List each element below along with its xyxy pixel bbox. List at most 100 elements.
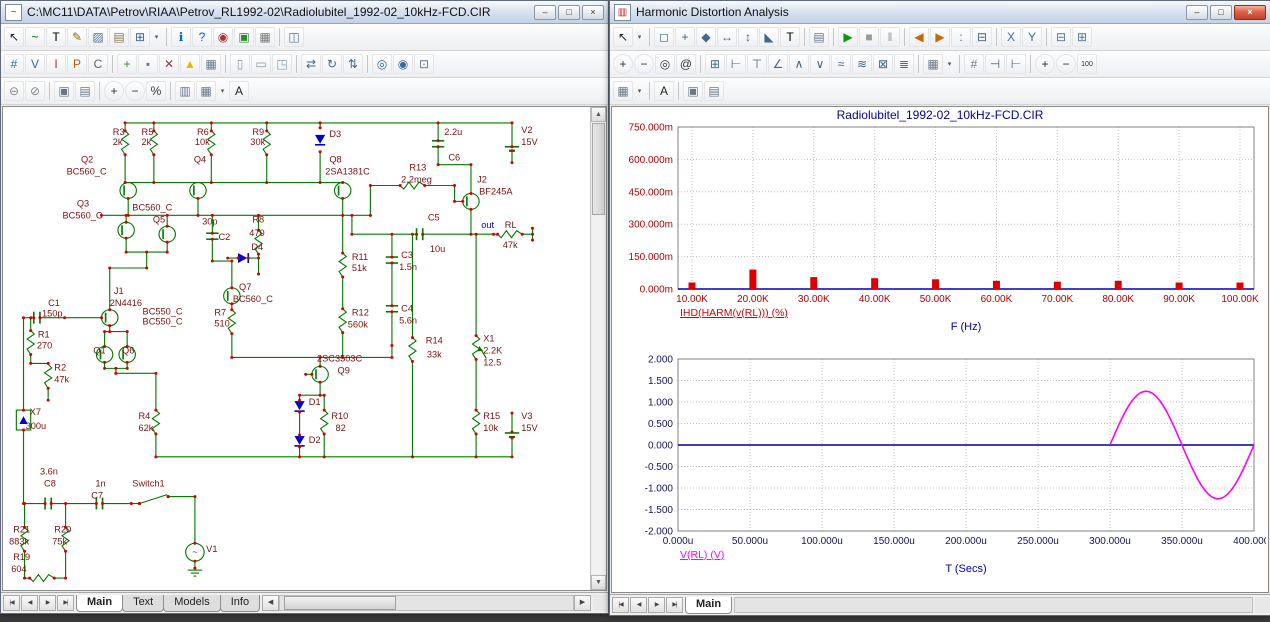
horizontal-scroll-thumb[interactable] <box>284 596 396 610</box>
font-button[interactable]: A <box>654 81 674 101</box>
paper-toggle[interactable]: ▯ <box>230 54 250 74</box>
digital-path-mode[interactable]: ▦ <box>255 27 275 47</box>
step-box-button[interactable]: ⊡ <box>414 54 434 74</box>
copy-page-button[interactable]: ▤ <box>704 81 724 101</box>
pin-connections-toggle[interactable]: + <box>117 54 137 74</box>
go-to-y-button[interactable]: Y <box>1022 27 1042 47</box>
stop-button[interactable]: ■ <box>859 27 879 47</box>
stack-plots-button[interactable]: ⊟ <box>1051 27 1071 47</box>
find-button[interactable]: ◎ <box>372 54 392 74</box>
scroll-up-button[interactable]: ▲ <box>591 107 606 122</box>
numeric-output-button[interactable]: # <box>964 54 984 74</box>
properties-button[interactable]: ▤ <box>809 27 829 47</box>
previous-tab-button[interactable]: ◀ <box>21 595 38 611</box>
schematic-titlebar[interactable]: ~ C:\MC11\DATA\Petrov\RIAA\Petrov_RL1992… <box>1 1 608 24</box>
forward-button[interactable]: ⊘ <box>25 81 45 101</box>
view-grid-dropdown[interactable]: ▦ <box>613 81 633 101</box>
point-tag-mode[interactable]: ◉ <box>213 27 233 47</box>
tab-main[interactable]: Main <box>685 597 732 614</box>
component-mode[interactable]: ⊞ <box>130 27 150 47</box>
horizontal-scrollbar[interactable]: ◀ ▶ <box>262 595 591 611</box>
trackers-button[interactable]: ⊠ <box>873 54 893 74</box>
find-next-button[interactable]: ◉ <box>393 54 413 74</box>
title-block-toggle[interactable]: ◳ <box>272 54 292 74</box>
border-toggle[interactable]: ▭ <box>251 54 271 74</box>
last-tab-button[interactable]: ▶| <box>57 595 74 611</box>
zoom-out-button[interactable]: − <box>125 81 145 101</box>
picture-mode[interactable]: ▨ <box>88 27 108 47</box>
first-tab-button[interactable]: |◀ <box>3 595 20 611</box>
view-grid-arrow[interactable]: ▾ <box>634 81 645 101</box>
waterfall-button[interactable]: ≣ <box>894 54 914 74</box>
previous-tab-button[interactable]: ◀ <box>630 597 647 613</box>
close-button[interactable]: × <box>1234 5 1266 20</box>
point-tag-mode[interactable]: ◆ <box>696 27 716 47</box>
vertical-scroll-thumb[interactable] <box>592 123 605 215</box>
zoom-cursor-button[interactable]: @ <box>676 54 696 74</box>
close-button[interactable]: × <box>582 5 604 20</box>
tab-info[interactable]: Info <box>220 595 260 612</box>
log-y-button[interactable]: ∨ <box>810 54 830 74</box>
mirror-button[interactable]: ⇄ <box>301 54 321 74</box>
power-toggle[interactable]: P <box>67 54 87 74</box>
cursor-mode[interactable]: + <box>675 27 695 47</box>
next-tab-button[interactable]: ▶ <box>648 597 665 613</box>
transient-waveform-chart[interactable]: 2.0001.5001.0000.5000.000-0.500-1.000-1.… <box>614 353 1266 591</box>
zoom-out-button[interactable]: − <box>634 54 654 74</box>
wire-mode[interactable]: ~ <box>25 27 45 47</box>
first-tab-button[interactable]: |◀ <box>612 597 629 613</box>
text-mode[interactable]: T <box>780 27 800 47</box>
select-mode[interactable]: ↖ <box>4 27 24 47</box>
grid-toggle[interactable]: ▦ <box>201 54 221 74</box>
plot-group-arrow[interactable]: ▾ <box>944 54 955 74</box>
align-cursors-button[interactable]: ⊞ <box>1072 27 1092 47</box>
next-run-button[interactable]: ▶ <box>930 27 950 47</box>
zoom-window-button[interactable]: ◎ <box>655 54 675 74</box>
grid-pattern-dropdown[interactable]: ▦ <box>196 81 216 101</box>
vertical-scrollbar[interactable]: ▲ ▼ <box>590 107 606 590</box>
performance-tag-mode[interactable]: ◣ <box>759 27 779 47</box>
last-tab-button[interactable]: ▶| <box>666 597 683 613</box>
plot-group-dropdown[interactable]: ▦ <box>923 54 943 74</box>
horizontal-scrollbar[interactable] <box>734 597 1253 613</box>
select-mode[interactable]: ↖ <box>613 27 633 47</box>
copy-button[interactable]: ▣ <box>683 81 703 101</box>
fft-button[interactable]: ≈ <box>831 54 851 74</box>
cross-hair-toggle[interactable]: ✕ <box>159 54 179 74</box>
axes-button[interactable]: ⊞ <box>705 54 725 74</box>
zoom-in-2-button[interactable]: + <box>1035 54 1055 74</box>
dropdown-arrow[interactable]: ▾ <box>217 81 228 101</box>
clipboard-tool-icon[interactable]: ▤ <box>109 27 129 47</box>
minimize-button[interactable]: – <box>1186 5 1208 20</box>
cursor-right-button[interactable]: ⊢ <box>1006 54 1026 74</box>
region-enable-mode[interactable]: ▣ <box>234 27 254 47</box>
harmonic-distortion-chart[interactable]: 750.000m600.000m450.000m300.000m150.000m… <box>614 123 1266 349</box>
zoom-area-button[interactable]: % <box>146 81 166 101</box>
pause-button[interactable]: ‖ <box>880 27 900 47</box>
scale-mode[interactable]: ◻ <box>654 27 674 47</box>
zoom-in-button[interactable]: + <box>613 54 633 74</box>
back-button[interactable]: ⊖ <box>4 81 24 101</box>
tab-text[interactable]: Text <box>122 595 164 612</box>
condition-toggle[interactable]: C <box>88 54 108 74</box>
image-button[interactable]: ▥ <box>175 81 195 101</box>
node-voltages-toggle[interactable]: V <box>25 54 45 74</box>
vertical-scroll-track[interactable] <box>591 216 606 575</box>
text-mode[interactable]: T <box>46 27 66 47</box>
plot-area[interactable]: Radiolubitel_1992-02_10kHz-FCD.CIR 750.0… <box>611 106 1269 593</box>
font-button[interactable]: A <box>229 81 249 101</box>
horizontal-scroll-track[interactable] <box>279 595 574 611</box>
window-tile-button[interactable]: ◫ <box>284 27 304 47</box>
warning-toggle[interactable]: ▲ <box>180 54 200 74</box>
schematic-canvas[interactable]: ~R32kR52kR610kR930kD32.2uC6V215VQ2BC560_… <box>3 107 590 590</box>
previous-run-button[interactable]: ◀ <box>909 27 929 47</box>
copy-page-button[interactable]: ▤ <box>75 81 95 101</box>
scroll-right-button[interactable]: ▶ <box>574 595 591 611</box>
data-points-toggle[interactable]: : <box>951 27 971 47</box>
node-numbers-toggle[interactable]: # <box>4 54 24 74</box>
info-mode[interactable]: ℹ <box>171 27 191 47</box>
linear-scale-button[interactable]: ∠ <box>768 54 788 74</box>
go-to-x-button[interactable]: X <box>1001 27 1021 47</box>
scroll-down-button[interactable]: ▼ <box>591 575 606 590</box>
next-tab-button[interactable]: ▶ <box>39 595 56 611</box>
